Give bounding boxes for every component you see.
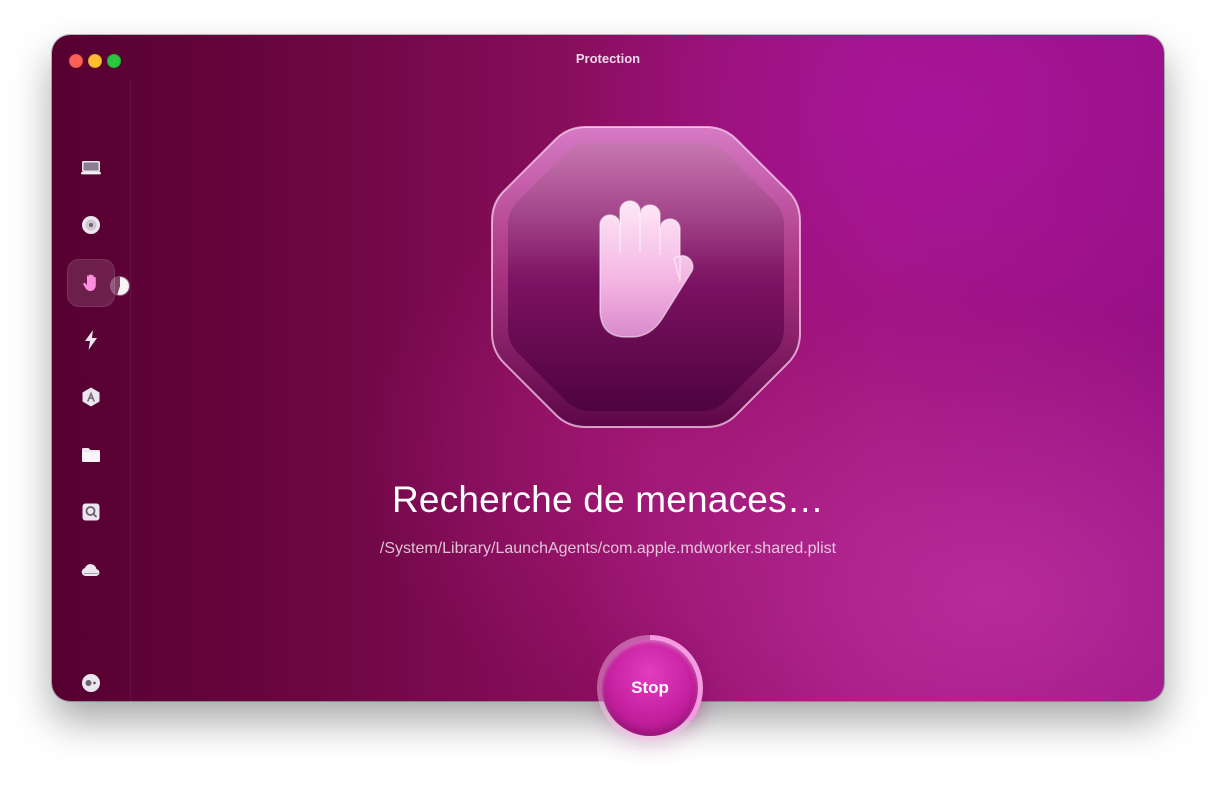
disc-icon [82, 216, 100, 234]
app-store-icon [82, 387, 100, 407]
sidebar-item-protection[interactable] [67, 259, 115, 307]
sidebar-item-performance[interactable] [67, 316, 115, 364]
lightning-icon [85, 330, 97, 350]
sidebar-item-cleanup[interactable] [67, 144, 115, 192]
window-title: Protection [575, 51, 641, 66]
sidebar-item-my-clutter[interactable] [67, 431, 115, 479]
title-bar: Protection [52, 35, 1164, 81]
assistant-icon [82, 674, 100, 692]
current-scan-path: /System/Library/LaunchAgents/com.apple.m… [379, 540, 837, 557]
sidebar-item-assistant[interactable] [67, 659, 115, 701]
sidebar [52, 81, 131, 701]
stop-button[interactable]: Stop [602, 640, 698, 736]
app-window: Protection Recherche de menaces… /System… [52, 35, 1164, 701]
monitor-icon [81, 161, 101, 175]
stop-hand-icon [486, 121, 806, 433]
sidebar-item-smart-care[interactable] [67, 201, 115, 249]
scan-status-heading: Recherche de menaces… [392, 479, 824, 520]
sidebar-item-applications[interactable] [67, 373, 115, 421]
scan-progress-indicator [111, 277, 129, 295]
folder-icon [82, 448, 100, 462]
hand-icon [83, 274, 96, 291]
cloud-icon [81, 564, 100, 576]
